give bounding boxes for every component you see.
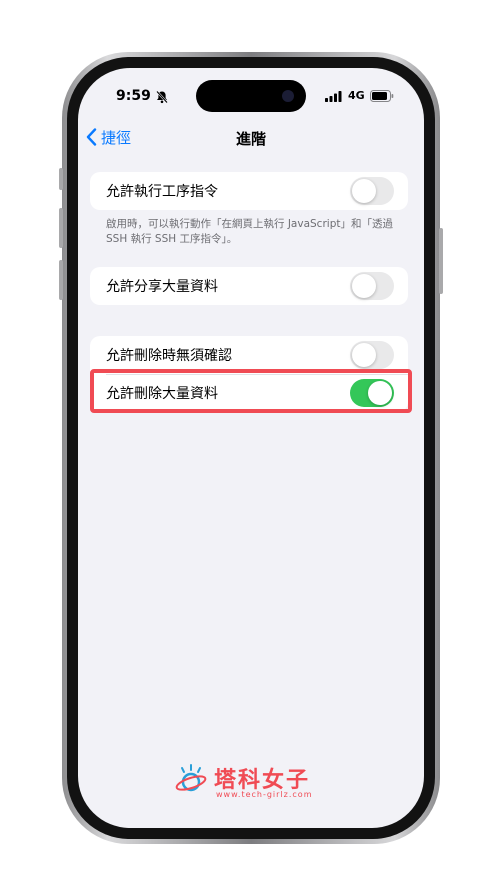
- power-button: [439, 228, 443, 294]
- settings-group-scripts: 允許執行工序指令: [90, 172, 408, 210]
- network-type: 4G: [348, 89, 365, 102]
- settings-group-share: 允許分享大量資料: [90, 267, 408, 305]
- status-time: 9:59: [116, 88, 151, 104]
- front-camera: [282, 90, 294, 102]
- brand-planet-icon: [175, 764, 207, 792]
- page-title: 進階: [235, 130, 266, 148]
- bell-slash-icon: [156, 90, 168, 104]
- setting-label-delete-no-confirm: 允許刪除時無須確認: [106, 348, 232, 364]
- cellular-signal-icon: [325, 91, 342, 102]
- phone-screen: 9:59 4G 捷徑 進階 允許執行工序指令 啟用時，可以執行動作「在網頁上執行…: [78, 68, 424, 828]
- volume-down-button: [59, 260, 63, 300]
- toggle-run-scripts[interactable]: [350, 177, 394, 205]
- dynamic-island: [196, 80, 306, 112]
- battery-icon: [370, 90, 394, 102]
- toggle-share-large[interactable]: [350, 272, 394, 300]
- setting-label-run-scripts: 允許執行工序指令: [106, 184, 218, 200]
- toggle-knob: [352, 343, 376, 367]
- setting-label-share-large: 允許分享大量資料: [106, 279, 218, 295]
- action-button: [59, 168, 63, 190]
- setting-row-run-scripts: 允許執行工序指令: [90, 172, 408, 210]
- watermark-logo: 塔科女子 www.tech-girlz.com: [174, 762, 334, 802]
- setting-row-share-large: 允許分享大量資料: [90, 267, 408, 305]
- toggle-knob: [352, 179, 376, 203]
- run-scripts-footnote: 啟用時，可以執行動作「在網頁上執行 JavaScript」和「透過 SSH 執行…: [106, 218, 393, 245]
- highlight-box: [90, 369, 412, 413]
- brand-site: www.tech-girlz.com: [216, 790, 313, 799]
- volume-up-button: [59, 208, 63, 248]
- toggle-knob: [352, 274, 376, 298]
- toggle-delete-no-confirm[interactable]: [350, 341, 394, 369]
